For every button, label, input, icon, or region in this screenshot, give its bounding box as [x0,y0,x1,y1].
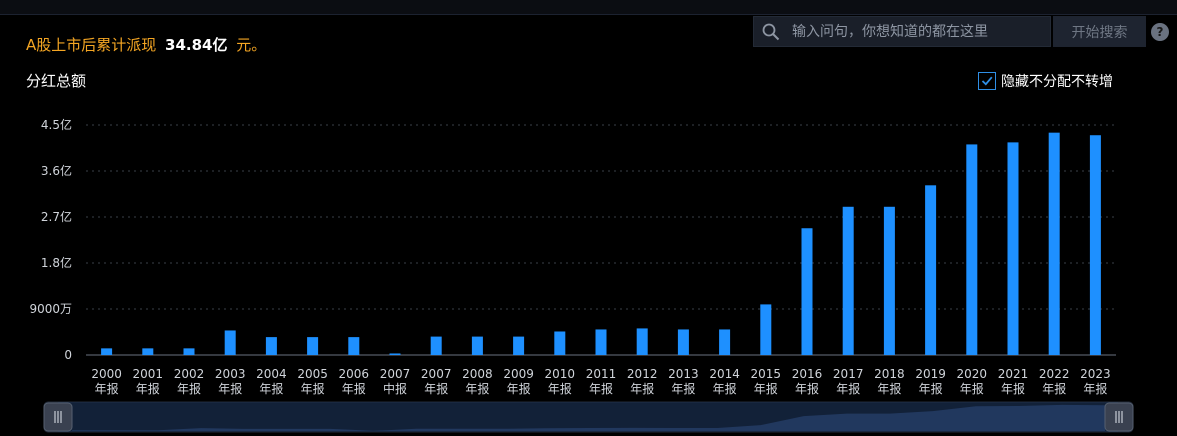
x-tick-label: 年报 [136,381,160,396]
x-tick-label: 2000 [91,367,122,381]
y-tick-label: 0 [64,348,72,362]
x-tick-label: 年报 [589,381,613,396]
bar[interactable] [842,206,854,355]
x-tick-label: 年报 [754,381,778,396]
bar[interactable] [636,328,648,355]
bar[interactable] [883,206,895,355]
bar[interactable] [1089,135,1101,355]
bar[interactable] [224,330,236,355]
x-axis-tick-labels: 2000年报2001年报2002年报2003年报2004年报2005年报2006… [91,367,1110,396]
bar[interactable] [265,337,277,355]
bar[interactable] [142,348,154,355]
bar[interactable] [430,336,442,355]
y-axis-tick-labels: 0 9000万 1.8亿 2.7亿 3.6亿 4.5亿 [29,117,72,362]
bar[interactable] [966,144,978,355]
slider-handle-right[interactable] [1104,402,1134,432]
slider-handle-left[interactable] [43,402,73,432]
x-tick-label: 2003 [215,367,246,381]
bar[interactable] [183,348,195,355]
x-tick-label: 2015 [751,367,782,381]
x-tick-label: 2019 [915,367,946,381]
x-tick-label: 2012 [627,367,658,381]
x-tick-label: 年报 [342,381,366,396]
bar[interactable] [801,228,813,355]
x-tick-label: 2016 [792,367,823,381]
x-tick-label: 2023 [1080,367,1111,381]
x-tick-label: 2014 [709,367,740,381]
x-tick-label: 年报 [836,381,860,396]
dividend-bar-chart: 09000万1.8亿2.7亿3.6亿4.5亿 2000年报2001年报2002年… [29,117,1134,433]
x-tick-label: 2009 [503,367,534,381]
bar[interactable] [513,336,525,355]
x-tick-label: 2021 [998,367,1029,381]
bar[interactable] [760,304,772,355]
y-tick-label: 2.7亿 [41,209,72,224]
x-tick-label: 2004 [256,367,287,381]
x-tick-label: 2022 [1039,367,1070,381]
x-tick-label: 2008 [462,367,493,381]
x-tick-label: 年报 [177,381,201,396]
grid-layer [86,124,1116,310]
x-tick-label: 年报 [507,381,531,396]
bar[interactable] [719,329,731,355]
x-tick-label: 年报 [548,381,572,396]
slider-selection [58,402,1118,432]
x-tick-label: 年报 [671,381,695,396]
x-tick-label: 年报 [713,381,737,396]
bar[interactable] [677,329,689,355]
x-tick-label: 2010 [545,367,576,381]
x-tick-label: 年报 [960,381,984,396]
x-tick-label: 年报 [218,381,242,396]
x-tick-label: 年报 [1042,381,1066,396]
range-slider[interactable] [43,401,1134,433]
x-tick-label: 年报 [424,381,448,396]
x-tick-label: 年报 [259,381,283,396]
bar[interactable] [101,348,113,355]
bar[interactable] [595,329,607,355]
x-tick-label: 年报 [795,381,819,396]
x-tick-label: 2013 [668,367,699,381]
x-tick-label: 2001 [133,367,164,381]
bar[interactable] [307,337,319,355]
bar[interactable] [1007,142,1019,355]
bar[interactable] [389,353,401,355]
x-tick-label: 2002 [174,367,205,381]
x-tick-label: 年报 [465,381,489,396]
x-tick-label: 年报 [1001,381,1025,396]
bar[interactable] [1048,132,1060,355]
x-tick-label: 2007 [421,367,452,381]
x-tick-label: 中报 [383,381,407,396]
x-tick-label: 年报 [301,381,325,396]
x-tick-label: 2017 [833,367,864,381]
bars-layer [101,132,1101,355]
x-tick-label: 2020 [957,367,988,381]
x-tick-label: 年报 [1083,381,1107,396]
bar[interactable] [471,336,483,355]
x-tick-label: 2018 [874,367,905,381]
y-tick-label: 9000万 [29,302,72,316]
y-tick-label: 1.8亿 [41,255,72,270]
x-tick-label: 年报 [630,381,654,396]
x-tick-label: 年报 [919,381,943,396]
x-tick-label: 年报 [877,381,901,396]
y-tick-label: 4.5亿 [41,117,72,132]
x-tick-label: 2007 [380,367,411,381]
x-tick-label: 2006 [339,367,370,381]
bar[interactable] [554,331,566,355]
y-tick-label: 3.6亿 [41,163,72,178]
x-tick-label: 年报 [95,381,119,396]
bar[interactable] [925,185,937,355]
bar[interactable] [348,337,360,355]
x-tick-label: 2011 [586,367,617,381]
x-tick-label: 2005 [297,367,328,381]
